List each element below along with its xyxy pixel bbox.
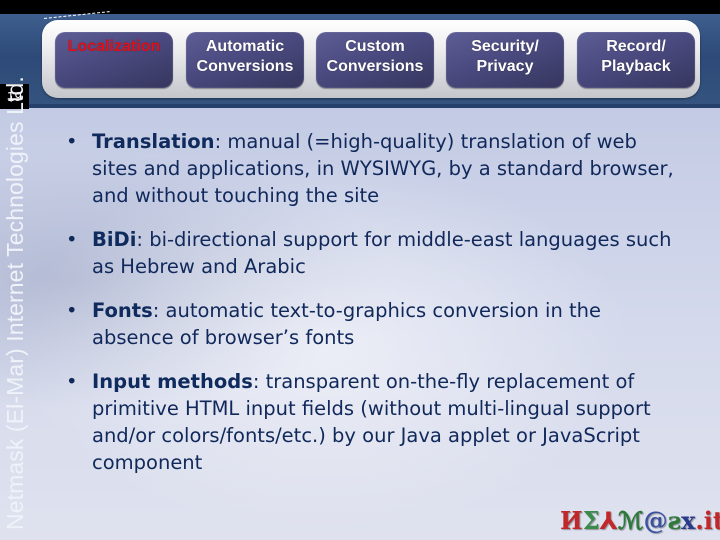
tab-label: Localization [67, 38, 161, 55]
bullet-dot-icon: • [66, 130, 78, 153]
logo-glyph: . [695, 506, 704, 535]
netmask-logo: ИΣ⅄ℳ@ƨx.it! [560, 505, 720, 535]
tab-record-playback[interactable]: Record/ Playback [577, 32, 695, 88]
tab-security-privacy[interactable]: Security/ Privacy [446, 32, 564, 88]
logo-glyph: ƨ [667, 506, 682, 535]
bullet-text: : automatic text-to-graphics conversion … [92, 299, 602, 349]
bullet-dot-icon: • [66, 299, 78, 322]
bullet-item: • Input methods: transparent on-the-fly r… [66, 368, 686, 476]
bullet-item: • Translation: manual (=high-quality) tra… [66, 128, 686, 209]
tab-label: Security/ Privacy [471, 38, 539, 75]
tab-localization[interactable]: Localization [55, 32, 173, 88]
logo-glyph: it! [703, 506, 720, 535]
bullet-dot-icon: • [66, 228, 78, 251]
bullet-item: • Fonts: automatic text-to-graphics conve… [66, 297, 686, 351]
tab-automatic-conversions[interactable]: Automatic Conversions [186, 32, 304, 88]
logo-glyph: ⅄ [599, 506, 618, 535]
bullet-term: Translation [92, 130, 215, 153]
company-name-vertical: Netmask (El-Mar) Internet Technologies L… [2, 76, 28, 530]
bullet-item: • BiDi: bi-directional support for middle… [66, 226, 686, 280]
bullet-text: : bi-directional support for middle-east… [92, 228, 672, 278]
tab-label: Record/ Playback [601, 38, 671, 75]
tab-label: Automatic Conversions [196, 38, 294, 75]
bullet-term: Input methods [92, 370, 253, 393]
logo-glyph: @ [643, 506, 668, 535]
logo-glyph: ℳ [617, 506, 644, 535]
bullet-term: Fonts [92, 299, 153, 322]
logo-glyph: И [560, 506, 583, 535]
tab-custom-conversions[interactable]: Custom Conversions [316, 32, 434, 88]
logo-glyph: x [681, 506, 696, 535]
bullet-dot-icon: • [66, 370, 78, 393]
bullet-list: • Translation: manual (=high-quality) tra… [66, 128, 686, 493]
logo-glyph: Σ [582, 506, 600, 535]
bullet-term: BiDi [92, 228, 137, 251]
tab-label: Custom Conversions [326, 38, 424, 75]
